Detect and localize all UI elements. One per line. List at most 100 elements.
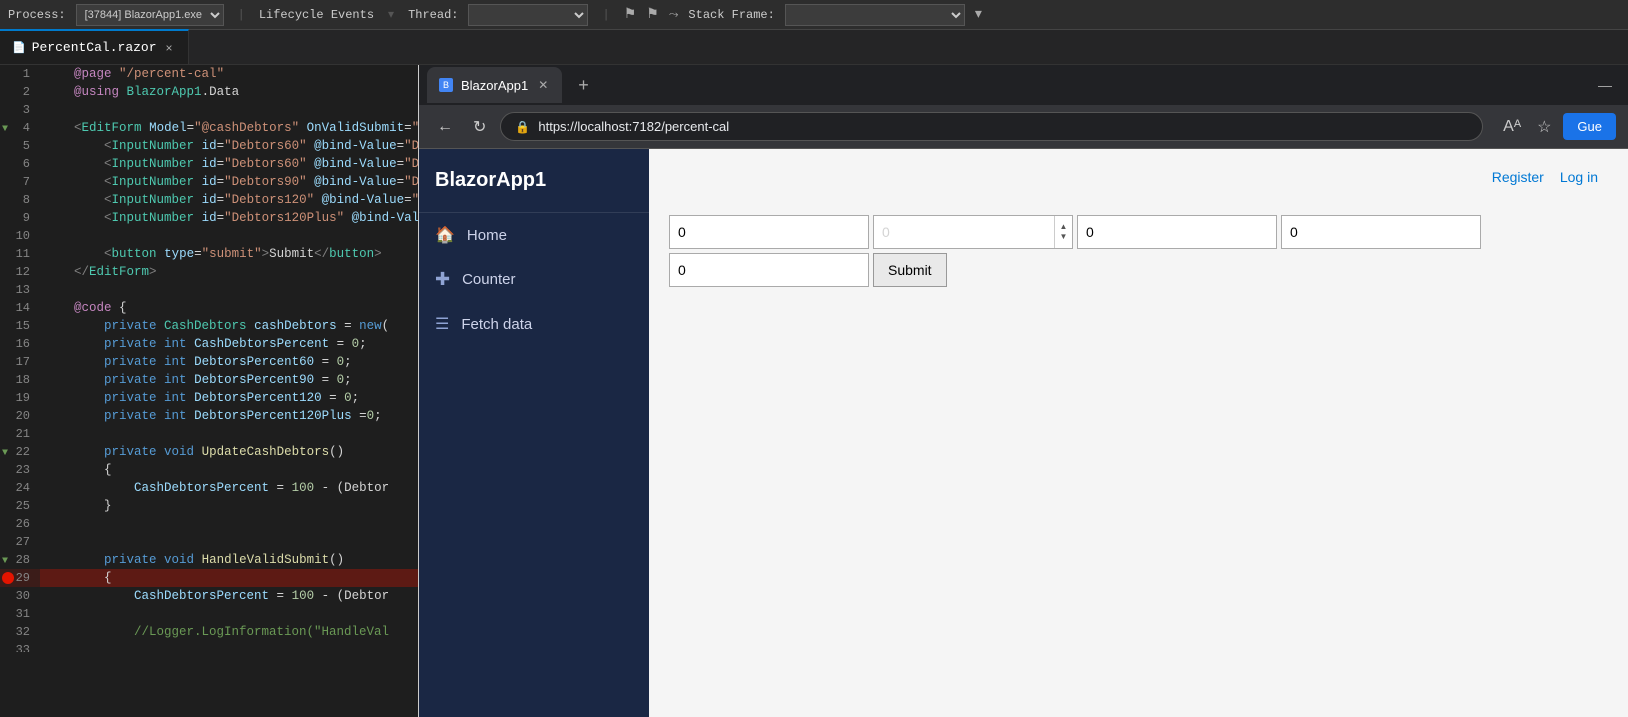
stack-frame-select[interactable] [785,4,965,26]
stack-frame-label: Stack Frame: [688,8,774,22]
process-select[interactable]: [37844] BlazorApp1.exe [76,4,224,26]
line-num-26: 26 [0,515,40,533]
line-num-31: 31 [0,605,40,623]
line-num-19: 19 [0,389,40,407]
favorites-button[interactable]: ☆ [1533,113,1555,141]
line-num-29: 29 [0,569,40,587]
line-num-30: 30 [0,587,40,605]
sidebar-item-counter[interactable]: ✚ Counter [419,257,649,302]
line-num-18: 18 [0,371,40,389]
tab-bar: 📄 PercentCal.razor × [0,30,1628,65]
browser-favicon: B [439,78,453,92]
main-area: 1 @page "/percent-cal" 2 @using BlazorAp… [0,65,1628,652]
spinner-up-button[interactable]: ▲ [1059,222,1069,232]
lock-icon: 🔒 [515,120,530,134]
line-num-12: 12 [0,263,40,281]
blazor-main-content: Register Log in 0 ▲ ▼ [649,149,1628,717]
fetch-data-icon: ☰ [435,314,449,334]
login-link[interactable]: Log in [1560,169,1598,185]
line-num-7: 7 [0,173,40,191]
dropdown-icon: ▾ [975,6,982,23]
line-num-9: 9 [0,209,40,227]
line-num-11: 11 [0,245,40,263]
line-num-10: 10 [0,227,40,245]
line-num-27: 27 [0,533,40,551]
form-row-1: 0 ▲ ▼ [669,215,1608,249]
sidebar-fetchdata-label: Fetch data [461,316,532,333]
browser-tab[interactable]: B BlazorApp1 ✕ [427,67,562,103]
line-num-14: 14 [0,299,40,317]
browser-tab-close-button[interactable]: ✕ [536,76,550,94]
submit-button[interactable]: Submit [873,253,947,287]
toolbar-separator-2: ▾ [388,7,394,22]
tab-filename: PercentCal.razor [32,40,157,55]
input-debtors120plus[interactable] [1281,215,1481,249]
browser-content: BlazorApp1 🏠 Home ✚ Counter ☰ Fetch data… [419,149,1628,717]
flag-icon: ⚑ [624,6,637,23]
header-links: Register Log in [669,169,1608,185]
blazor-sidebar: BlazorApp1 🏠 Home ✚ Counter ☰ Fetch data [419,149,649,717]
line-num-15: 15 [0,317,40,335]
top-toolbar: Process: [37844] BlazorApp1.exe | Lifecy… [0,0,1628,30]
file-tab[interactable]: 📄 PercentCal.razor × [0,29,189,64]
input-debtors90-value: 0 [882,224,890,240]
sidebar-home-label: Home [467,227,507,244]
line-num-17: 17 [0,353,40,371]
line-num-2: 2 [0,83,40,101]
browser-tab-name: BlazorApp1 [461,78,528,93]
thread-label: Thread: [408,8,458,22]
blazor-brand: BlazorApp1 [419,149,649,213]
sidebar-counter-label: Counter [462,271,515,288]
razor-file-icon: 📄 [12,41,26,55]
line-num-1: 1 [0,65,40,83]
breakpoint-indicator [2,572,14,584]
line-num-28: ▼28 [0,551,40,569]
accessibility-button[interactable]: Aᴬ [1499,114,1525,140]
line-num-13: 13 [0,281,40,299]
address-text: https://localhost:7182/percent-cal [538,119,729,134]
toolbar-separator-1: | [238,8,245,22]
line-num-20: 20 [0,407,40,425]
counter-icon: ✚ [435,269,450,290]
sign-in-button[interactable]: Gue [1563,113,1616,140]
sidebar-item-home[interactable]: 🏠 Home [419,213,649,257]
line-num-32: 32 [0,623,40,641]
line-num-25: 25 [0,497,40,515]
line-num-4: ▼4 [0,119,40,137]
browser-window: B BlazorApp1 ✕ + — ← ↻ 🔒 https://localho… [418,65,1628,717]
line-num-6: 6 [0,155,40,173]
browser-navbar: ← ↻ 🔒 https://localhost:7182/percent-cal… [419,105,1628,149]
line-num-23: 23 [0,461,40,479]
sidebar-item-fetch-data[interactable]: ☰ Fetch data [419,302,649,346]
input-debtors90-spinner[interactable]: 0 ▲ ▼ [873,215,1073,249]
input-debtors120[interactable] [1077,215,1277,249]
toolbar-separator-3: | [602,8,609,22]
home-icon: 🏠 [435,225,455,245]
register-link[interactable]: Register [1492,169,1544,185]
line-num-8: 8 [0,191,40,209]
line-num-16: 16 [0,335,40,353]
line-num-22: ▼22 [0,443,40,461]
tab-close-button[interactable]: × [163,40,176,56]
spinner-down-button[interactable]: ▼ [1059,232,1069,242]
thread-select[interactable] [468,4,588,26]
input-cash-debtors-pct[interactable] [669,253,869,287]
step-icon: ⤳ [669,8,679,22]
line-num-33: 33 [0,641,40,652]
form-row-2: Submit [669,253,1608,287]
process-label: Process: [8,8,66,22]
line-num-5: 5 [0,137,40,155]
browser-titlebar: B BlazorApp1 ✕ + — [419,65,1628,105]
lifecycle-label: Lifecycle Events [259,8,374,22]
reload-button[interactable]: ↻ [467,113,492,141]
browser-minimize-button[interactable]: — [1590,73,1620,97]
address-bar[interactable]: 🔒 https://localhost:7182/percent-cal [500,112,1483,141]
back-button[interactable]: ← [431,114,459,140]
line-num-24: 24 [0,479,40,497]
new-tab-button[interactable]: + [570,71,597,100]
nav-right-icons: Aᴬ ☆ Gue [1499,113,1616,141]
line-num-3: 3 [0,101,40,119]
line-num-21: 21 [0,425,40,443]
input-debtors60[interactable] [669,215,869,249]
flag2-icon: ⚑ [646,6,659,23]
